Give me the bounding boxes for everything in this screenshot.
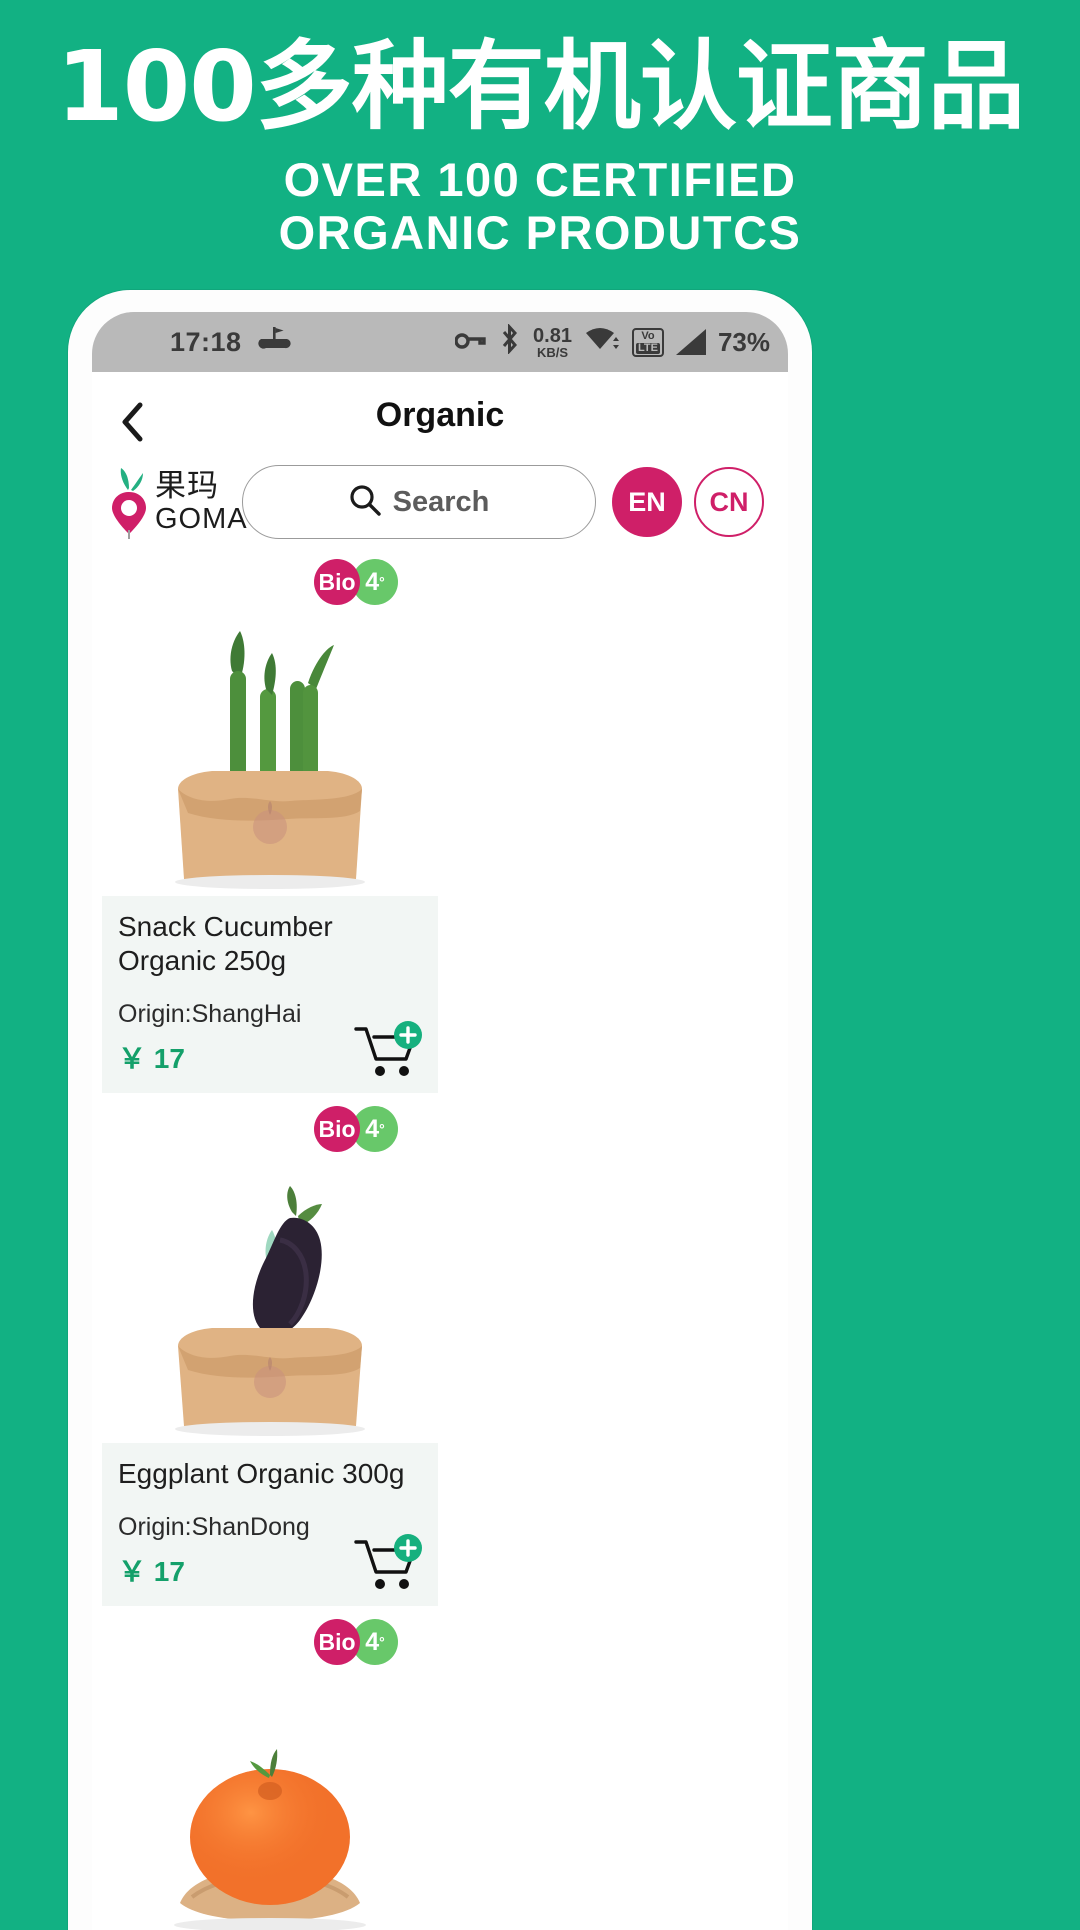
status-bar-clock: 17:18 <box>170 326 242 357</box>
phone-screen: 17:18 0.81 KB/S Vo LTE 73% Organic 果玛 GO… <box>92 312 788 1930</box>
search-input[interactable]: Search <box>242 465 596 539</box>
volte-icon: Vo LTE <box>631 327 664 357</box>
page-title: Organic <box>375 395 505 434</box>
chevron-left-icon[interactable] <box>120 402 146 442</box>
search-icon <box>349 484 381 521</box>
language-button-cn[interactable]: CN <box>694 467 764 537</box>
product-name: Eggplant Organic 300g <box>118 1458 405 1490</box>
brand-name-chinese: 果玛 <box>155 467 219 504</box>
product-badges: Bio 4 ° <box>102 558 438 606</box>
product-card[interactable]: Bio 4 ° Eggplant Organic 300g Origin:Sha… <box>102 1105 438 1607</box>
language-button-en[interactable]: EN <box>612 467 682 537</box>
search-placeholder: Search <box>392 485 490 518</box>
volte-label-bottom: LTE <box>635 341 660 354</box>
add-to-cart-icon[interactable] <box>352 1021 424 1079</box>
banner-headline-english: OVER 100 CERTIFIED ORGANIC PRODUTCS <box>279 153 802 259</box>
bluetooth-icon <box>499 322 521 361</box>
volte-label-top: Vo <box>641 329 655 342</box>
network-speed-unit: KB/S <box>536 344 569 360</box>
product-info: Eggplant Organic 300g Origin:ShanDong ￥ … <box>102 1443 438 1607</box>
status-bar-left: 17:18 <box>110 326 292 359</box>
signal-icon <box>675 329 706 355</box>
app-bar: Organic <box>92 372 788 458</box>
phone-mockup: 17:18 0.81 KB/S Vo LTE 73% Organic 果玛 GO… <box>68 290 812 1930</box>
brand-name: 果玛 GOMA <box>155 467 248 535</box>
brand-logo[interactable]: 果玛 GOMA <box>108 464 247 540</box>
banner-headline-chinese: 100多种有机认证商品 <box>56 30 1024 143</box>
product-image <box>102 1153 438 1444</box>
search-row: 果玛 GOMA Search EN CN <box>92 458 788 554</box>
key-icon <box>454 327 487 358</box>
banner-headline-english-line1: OVER 100 CERTIFIED <box>283 153 797 206</box>
language-switcher: EN CN <box>612 467 764 537</box>
banner-headline-english-line2: ORGANIC PRODUTCS <box>278 206 802 260</box>
status-bar-right: 0.81 KB/S Vo LTE 73% <box>454 322 770 361</box>
add-to-cart-icon[interactable] <box>352 1534 424 1592</box>
brand-name-english: GOMA <box>155 502 248 535</box>
promo-banner: 100多种有机认证商品 OVER 100 CERTIFIED ORGANIC P… <box>0 0 1080 290</box>
product-badges: Bio 4 ° <box>102 1618 438 1666</box>
status-bar: 17:18 0.81 KB/S Vo LTE 73% <box>92 312 788 372</box>
battery-percentage: 73% <box>717 326 770 357</box>
bio-badge: Bio <box>314 559 360 605</box>
bio-badge: Bio <box>314 1619 360 1666</box>
radish-pin-logo-icon <box>108 464 150 540</box>
network-speed-value: 0.81 <box>533 324 572 347</box>
bio-badge: Bio <box>314 1106 360 1153</box>
product-badges: Bio 4 ° <box>102 1105 438 1153</box>
product-image <box>102 1666 438 1930</box>
product-name: Snack Cucumber Organic 250g <box>118 911 333 977</box>
product-image <box>102 606 438 896</box>
network-speed-indicator: 0.81 KB/S <box>533 326 572 359</box>
product-info: Snack Cucumber Organic 250g Origin:Shang… <box>102 896 438 1094</box>
product-card[interactable]: Bio 4 ° <box>102 1618 438 1930</box>
wifi-icon <box>584 325 620 360</box>
product-grid: Bio 4 ° Snack Cucumber Organic 250g Orig… <box>92 554 788 1930</box>
boat-icon <box>257 326 292 359</box>
product-card[interactable]: Bio 4 ° <box>102 558 438 1094</box>
